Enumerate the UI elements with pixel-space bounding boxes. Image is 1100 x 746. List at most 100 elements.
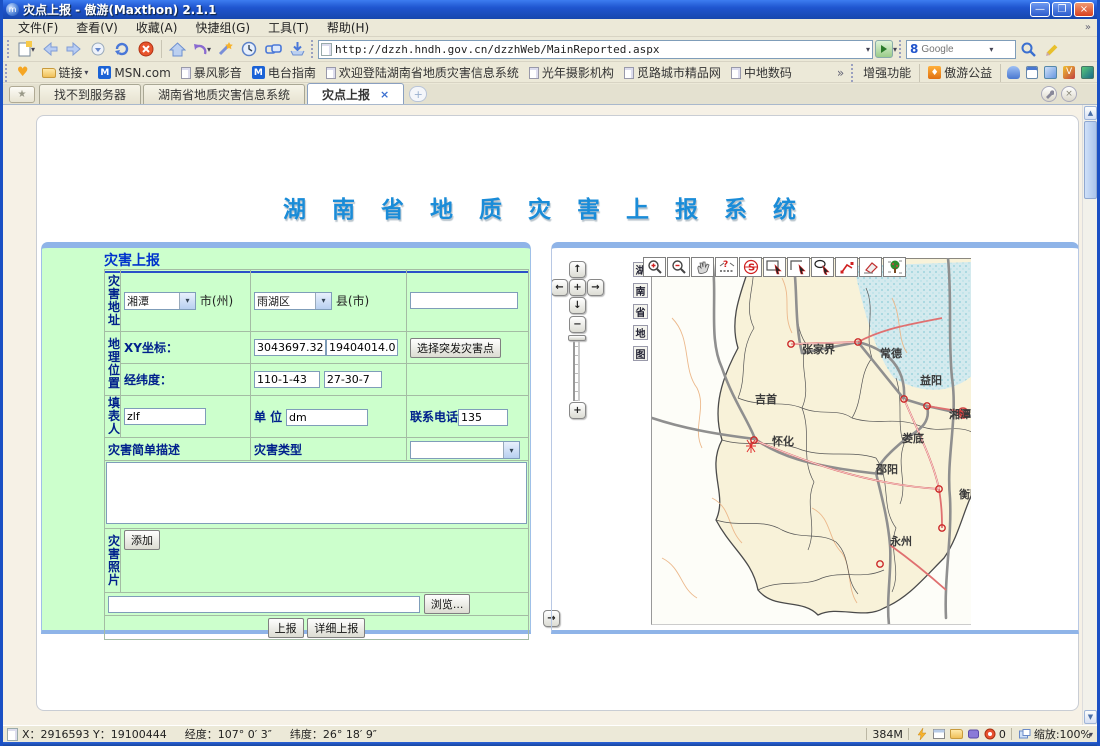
chevron-down-icon[interactable]: ▾ — [179, 293, 195, 309]
address-dropdown-arrow[interactable]: ▾ — [866, 45, 870, 54]
scroll-down-button[interactable]: ▼ — [1084, 710, 1097, 724]
plus-features-button[interactable]: 增强功能 — [863, 64, 911, 81]
maxthon-charity-button[interactable]: ♦傲游公益 — [928, 64, 992, 81]
bookmark-msn[interactable]: MMSN.com — [98, 66, 170, 80]
history-clock-button[interactable] — [238, 39, 260, 60]
menu-file[interactable]: 文件(F) — [9, 18, 67, 37]
search-dropdown-arrow[interactable]: ▾ — [989, 45, 993, 54]
bookmark-zhongdi-digital[interactable]: 中地数码 — [731, 64, 792, 81]
chevron-down-icon[interactable]: ▾ — [503, 442, 519, 458]
submit-button[interactable]: 上报 — [268, 618, 304, 638]
map-rect-deselect-button[interactable] — [787, 257, 810, 277]
filler-name-input[interactable] — [124, 408, 206, 425]
toolbar-gripper[interactable] — [899, 40, 904, 58]
tab-disaster-report[interactable]: 灾点上报× — [307, 83, 404, 104]
bookmark-hunan-geohazard[interactable]: 欢迎登陆湖南省地质灾害信息系统 — [326, 64, 519, 81]
zoom-dropdown-arrow[interactable]: ▾ — [1089, 730, 1093, 739]
county-select[interactable]: 雨湖区▾ — [254, 292, 332, 310]
menu-favorites[interactable]: 收藏(A) — [127, 18, 187, 37]
folder-status-icon[interactable] — [950, 728, 963, 740]
bookmark-radio-guide[interactable]: M电台指南 — [252, 64, 316, 81]
search-box[interactable]: 8 ▾ — [906, 40, 1016, 59]
chevron-down-icon[interactable]: ▾ — [315, 293, 331, 309]
minimize-button[interactable]: — — [1030, 2, 1050, 17]
unit-input[interactable] — [286, 409, 368, 426]
window-icon[interactable] — [1026, 66, 1039, 79]
description-textarea[interactable] — [106, 462, 527, 524]
map-eraser-button[interactable] — [859, 257, 882, 277]
refresh-button[interactable] — [111, 39, 133, 60]
restore-button[interactable]: ❐ — [1052, 2, 1072, 17]
highlight-button[interactable] — [1041, 39, 1063, 60]
x-coordinate-input[interactable] — [254, 339, 326, 356]
search-go-button[interactable] — [1017, 39, 1039, 60]
window-split-icon[interactable] — [933, 728, 946, 740]
menu-overflow-chevron[interactable]: » — [1085, 22, 1091, 33]
add-photo-button[interactable]: 添加 — [124, 530, 160, 550]
y-coordinate-input[interactable] — [326, 339, 398, 356]
map-zoom-in-button[interactable] — [643, 257, 666, 277]
go-button[interactable] — [875, 40, 893, 58]
phone-input[interactable] — [458, 409, 508, 426]
map-canvas[interactable]: 张家界常德吉首益阳湘潭怀化娄底邵阳衡阳永州 — [651, 258, 971, 625]
tab-close-icon[interactable]: × — [380, 88, 389, 101]
bookmarks-gripper[interactable] — [851, 64, 856, 82]
resize-grid-icon[interactable] — [1019, 728, 1032, 740]
forward-button[interactable] — [63, 39, 85, 60]
menu-groups[interactable]: 快捷组(G) — [186, 18, 259, 37]
map-measure-button[interactable]: ? — [715, 257, 738, 277]
toolbar-gripper[interactable] — [311, 40, 316, 58]
menu-tools[interactable]: 工具(T) — [259, 18, 318, 37]
content-scrollbar[interactable]: ▲ ▼ — [1082, 105, 1097, 725]
boost-lightning-icon[interactable] — [916, 728, 929, 740]
notes-icon[interactable] — [1044, 66, 1057, 79]
map-select-s-button[interactable]: S — [739, 257, 762, 277]
favorites-button[interactable]: ♥ — [17, 65, 32, 80]
menu-help[interactable]: 帮助(H) — [318, 18, 378, 37]
link-button[interactable] — [262, 39, 284, 60]
magic-wand-button[interactable] — [214, 39, 236, 60]
history-dropdown-button[interactable] — [87, 39, 109, 60]
longitude-input[interactable] — [254, 371, 320, 388]
bookmark-links-folder[interactable]: 链接 ▾ — [42, 64, 89, 81]
map-circle-select-button[interactable] — [811, 257, 834, 277]
go-dropdown-arrow[interactable]: ▾ — [893, 45, 897, 54]
new-tab-button[interactable]: ▾ — [15, 39, 37, 60]
zoom-level[interactable]: 缩放:100% — [1034, 726, 1091, 742]
map-rect-select-button[interactable] — [763, 257, 786, 277]
download-button[interactable] — [286, 39, 308, 60]
close-button[interactable]: × — [1074, 2, 1094, 17]
pick-disaster-point-button[interactable]: 选择突发灾害点 — [410, 338, 501, 358]
bookmark-photo-studio[interactable]: 光年摄影机构 — [529, 64, 614, 81]
home-button[interactable] — [166, 39, 188, 60]
menu-view[interactable]: 查看(V) — [67, 18, 127, 37]
book-icon[interactable] — [967, 728, 980, 740]
map-pan-button[interactable] — [691, 257, 714, 277]
close-tab-round-button[interactable]: × — [1061, 86, 1077, 102]
address-bar[interactable]: ▾ — [318, 40, 873, 59]
latitude-input[interactable] — [324, 371, 382, 388]
map-layers-tree-button[interactable] — [883, 257, 906, 277]
photo-file-input[interactable] — [108, 596, 420, 613]
map-polyline-button[interactable] — [835, 257, 858, 277]
city-select[interactable]: 湘潭▾ — [124, 292, 196, 310]
tab-hunan-geohazard-info[interactable]: 湖南省地质灾害信息系统 — [143, 84, 305, 104]
search-input[interactable] — [921, 44, 991, 55]
scroll-thumb[interactable] — [1084, 121, 1097, 199]
tab-server-not-found[interactable]: 找不到服务器 — [39, 84, 141, 104]
detail-submit-button[interactable]: 详细上报 — [307, 618, 365, 638]
popup-blocker-icon[interactable] — [984, 728, 997, 740]
toolbar-gripper[interactable] — [7, 40, 12, 58]
bookmarks-gripper[interactable] — [5, 64, 10, 82]
browse-button[interactable]: 浏览... — [424, 594, 471, 614]
undo-button[interactable]: ▾ — [190, 39, 212, 60]
tools-wrench-button[interactable] — [1041, 86, 1057, 102]
disaster-type-select[interactable]: ▾ — [410, 441, 520, 459]
tab-list-star-button[interactable]: ★ — [9, 86, 35, 103]
v-badge-icon[interactable]: V — [1063, 66, 1076, 79]
scroll-up-button[interactable]: ▲ — [1084, 106, 1097, 120]
address-detail-input[interactable] — [410, 292, 518, 309]
bookmark-city-boutique[interactable]: 觅路城市精品网 — [624, 64, 721, 81]
bookmarks-overflow[interactable]: » — [837, 66, 844, 80]
new-tab-plus-button[interactable]: + — [409, 86, 427, 102]
